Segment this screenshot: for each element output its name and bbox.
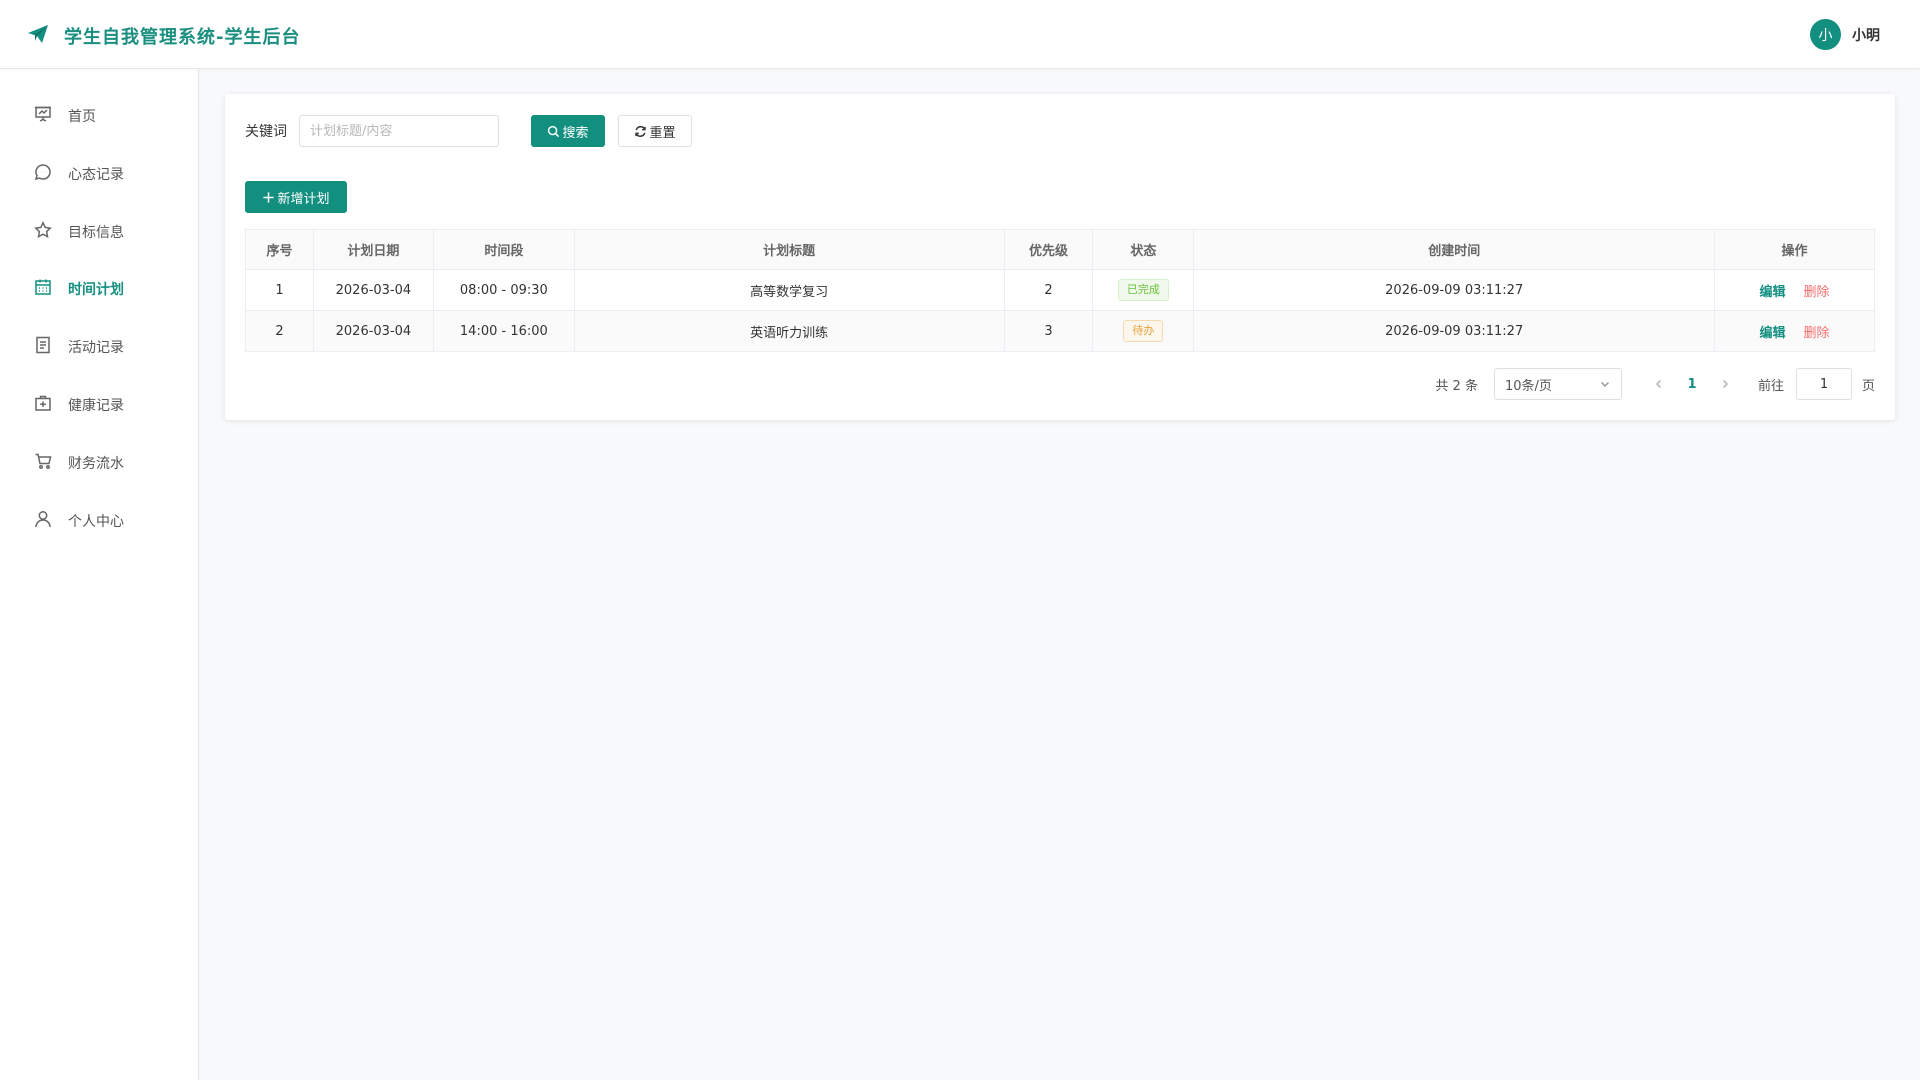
column-header: 操作 [1714, 229, 1875, 270]
column-header: 创建时间 [1193, 229, 1716, 270]
cell-created: 2026-09-09 03:11:27 [1193, 269, 1716, 311]
star-icon [34, 221, 52, 243]
chevron-right-icon [1722, 379, 1729, 389]
add-plan-label: 新增计划 [277, 191, 330, 207]
paper-plane-icon [26, 22, 50, 50]
first-aid-icon [34, 394, 52, 416]
app-title: 学生自我管理系统-学生后台 [64, 27, 301, 48]
sidebar: 首页 心态记录 目标信息 时间计划 活动记录 健康记录 财务流水 个人中心 [0, 69, 199, 1080]
plus-icon [263, 191, 275, 203]
cell-actions: 编辑 删除 [1714, 310, 1875, 352]
cell-index: 1 [245, 269, 314, 311]
keyword-label: 关键词 [245, 124, 287, 140]
cart-icon [34, 452, 52, 474]
chevron-left-icon [1655, 379, 1662, 389]
plan-card: 关键词 搜索 重置 新增计划 序号 计划日期 时间段 计划标题 优先级 状态 创… [225, 94, 1895, 420]
document-icon [34, 336, 52, 358]
search-button-label: 搜索 [562, 125, 589, 141]
sidebar-item-label: 时间计划 [68, 282, 124, 298]
add-plan-button[interactable]: 新增计划 [245, 181, 347, 213]
cell-created: 2026-09-09 03:11:27 [1193, 310, 1716, 352]
sidebar-item-time-plan[interactable]: 时间计划 [0, 269, 199, 309]
sidebar-item-mood[interactable]: 心态记录 [0, 154, 199, 194]
cell-date: 2026-03-04 [312, 310, 434, 352]
sidebar-item-label: 个人中心 [68, 514, 124, 530]
sidebar-item-finance[interactable]: 财务流水 [0, 443, 199, 483]
page-size-select[interactable]: 10条/页 [1493, 368, 1622, 400]
top-header: 学生自我管理系统-学生后台 小 小明 [0, 0, 1920, 69]
user-icon [34, 510, 52, 532]
sidebar-item-label: 财务流水 [68, 456, 124, 472]
column-header: 计划标题 [573, 229, 1005, 270]
column-header: 优先级 [1003, 229, 1094, 270]
brand[interactable]: 学生自我管理系统-学生后台 [26, 22, 300, 50]
cell-status: 待办 [1092, 310, 1195, 352]
calendar-icon [34, 278, 52, 300]
column-header: 计划日期 [312, 229, 434, 270]
column-header: 时间段 [432, 229, 575, 270]
goto-label: 前往 [1757, 378, 1784, 394]
status-badge: 已完成 [1117, 279, 1169, 301]
reset-button[interactable]: 重置 [618, 115, 692, 147]
sidebar-item-health[interactable]: 健康记录 [0, 385, 199, 425]
delete-button[interactable]: 删除 [1804, 285, 1830, 300]
search-button[interactable]: 搜索 [531, 115, 605, 147]
page-number-current[interactable]: 1 [1672, 377, 1712, 392]
edit-button[interactable]: 编辑 [1760, 326, 1786, 341]
column-header: 状态 [1092, 229, 1195, 270]
user-menu[interactable]: 小 小明 [1810, 19, 1880, 50]
table-row: 1 2026-03-04 08:00 - 09:30 高等数学复习 2 已完成 … [245, 269, 1875, 311]
chat-bubble-icon [34, 163, 52, 185]
reset-button-label: 重置 [649, 125, 676, 141]
avatar[interactable]: 小 [1810, 19, 1841, 50]
search-icon [548, 125, 560, 137]
chevron-down-icon [1600, 381, 1609, 388]
status-badge: 待办 [1123, 320, 1164, 342]
keyword-input[interactable] [299, 115, 499, 147]
sidebar-item-home[interactable]: 首页 [0, 96, 199, 136]
plan-table: 序号 计划日期 时间段 计划标题 优先级 状态 创建时间 操作 1 2026-0… [245, 229, 1875, 352]
cell-actions: 编辑 删除 [1714, 269, 1875, 311]
cell-priority: 2 [1003, 269, 1094, 311]
sidebar-item-label: 活动记录 [68, 340, 124, 356]
sidebar-item-label: 心态记录 [68, 167, 124, 183]
page-suffix: 页 [1861, 378, 1875, 394]
cell-title: 英语听力训练 [573, 310, 1005, 352]
cell-priority: 3 [1003, 310, 1094, 352]
table-header-row: 序号 计划日期 时间段 计划标题 优先级 状态 创建时间 操作 [245, 229, 1875, 270]
sidebar-item-label: 首页 [68, 109, 96, 125]
cell-index: 2 [245, 310, 314, 352]
pagination: 共 2 条 10条/页 1 前往 页 [1435, 368, 1875, 400]
cell-time-range: 08:00 - 09:30 [432, 269, 575, 311]
presentation-icon [34, 105, 52, 127]
sidebar-item-activity[interactable]: 活动记录 [0, 327, 199, 367]
cell-status: 已完成 [1092, 269, 1195, 311]
cell-title: 高等数学复习 [573, 269, 1005, 311]
prev-page-button[interactable] [1646, 379, 1672, 389]
search-form: 关键词 搜索 重置 [245, 115, 692, 147]
sidebar-item-label: 健康记录 [68, 398, 124, 414]
total-count: 共 2 条 [1435, 378, 1478, 394]
sidebar-item-label: 目标信息 [68, 225, 124, 241]
table-row: 2 2026-03-04 14:00 - 16:00 英语听力训练 3 待办 2… [245, 310, 1875, 352]
sidebar-item-profile[interactable]: 个人中心 [0, 501, 199, 541]
goto-page-input[interactable] [1795, 368, 1852, 400]
cell-time-range: 14:00 - 16:00 [432, 310, 575, 352]
page-size-value: 10条/页 [1504, 378, 1552, 394]
refresh-icon [635, 125, 647, 137]
next-page-button[interactable] [1712, 379, 1738, 389]
delete-button[interactable]: 删除 [1804, 326, 1830, 341]
sidebar-item-goals[interactable]: 目标信息 [0, 212, 199, 252]
column-header: 序号 [245, 229, 314, 270]
username[interactable]: 小明 [1852, 25, 1880, 45]
edit-button[interactable]: 编辑 [1760, 285, 1786, 300]
cell-date: 2026-03-04 [312, 269, 434, 311]
